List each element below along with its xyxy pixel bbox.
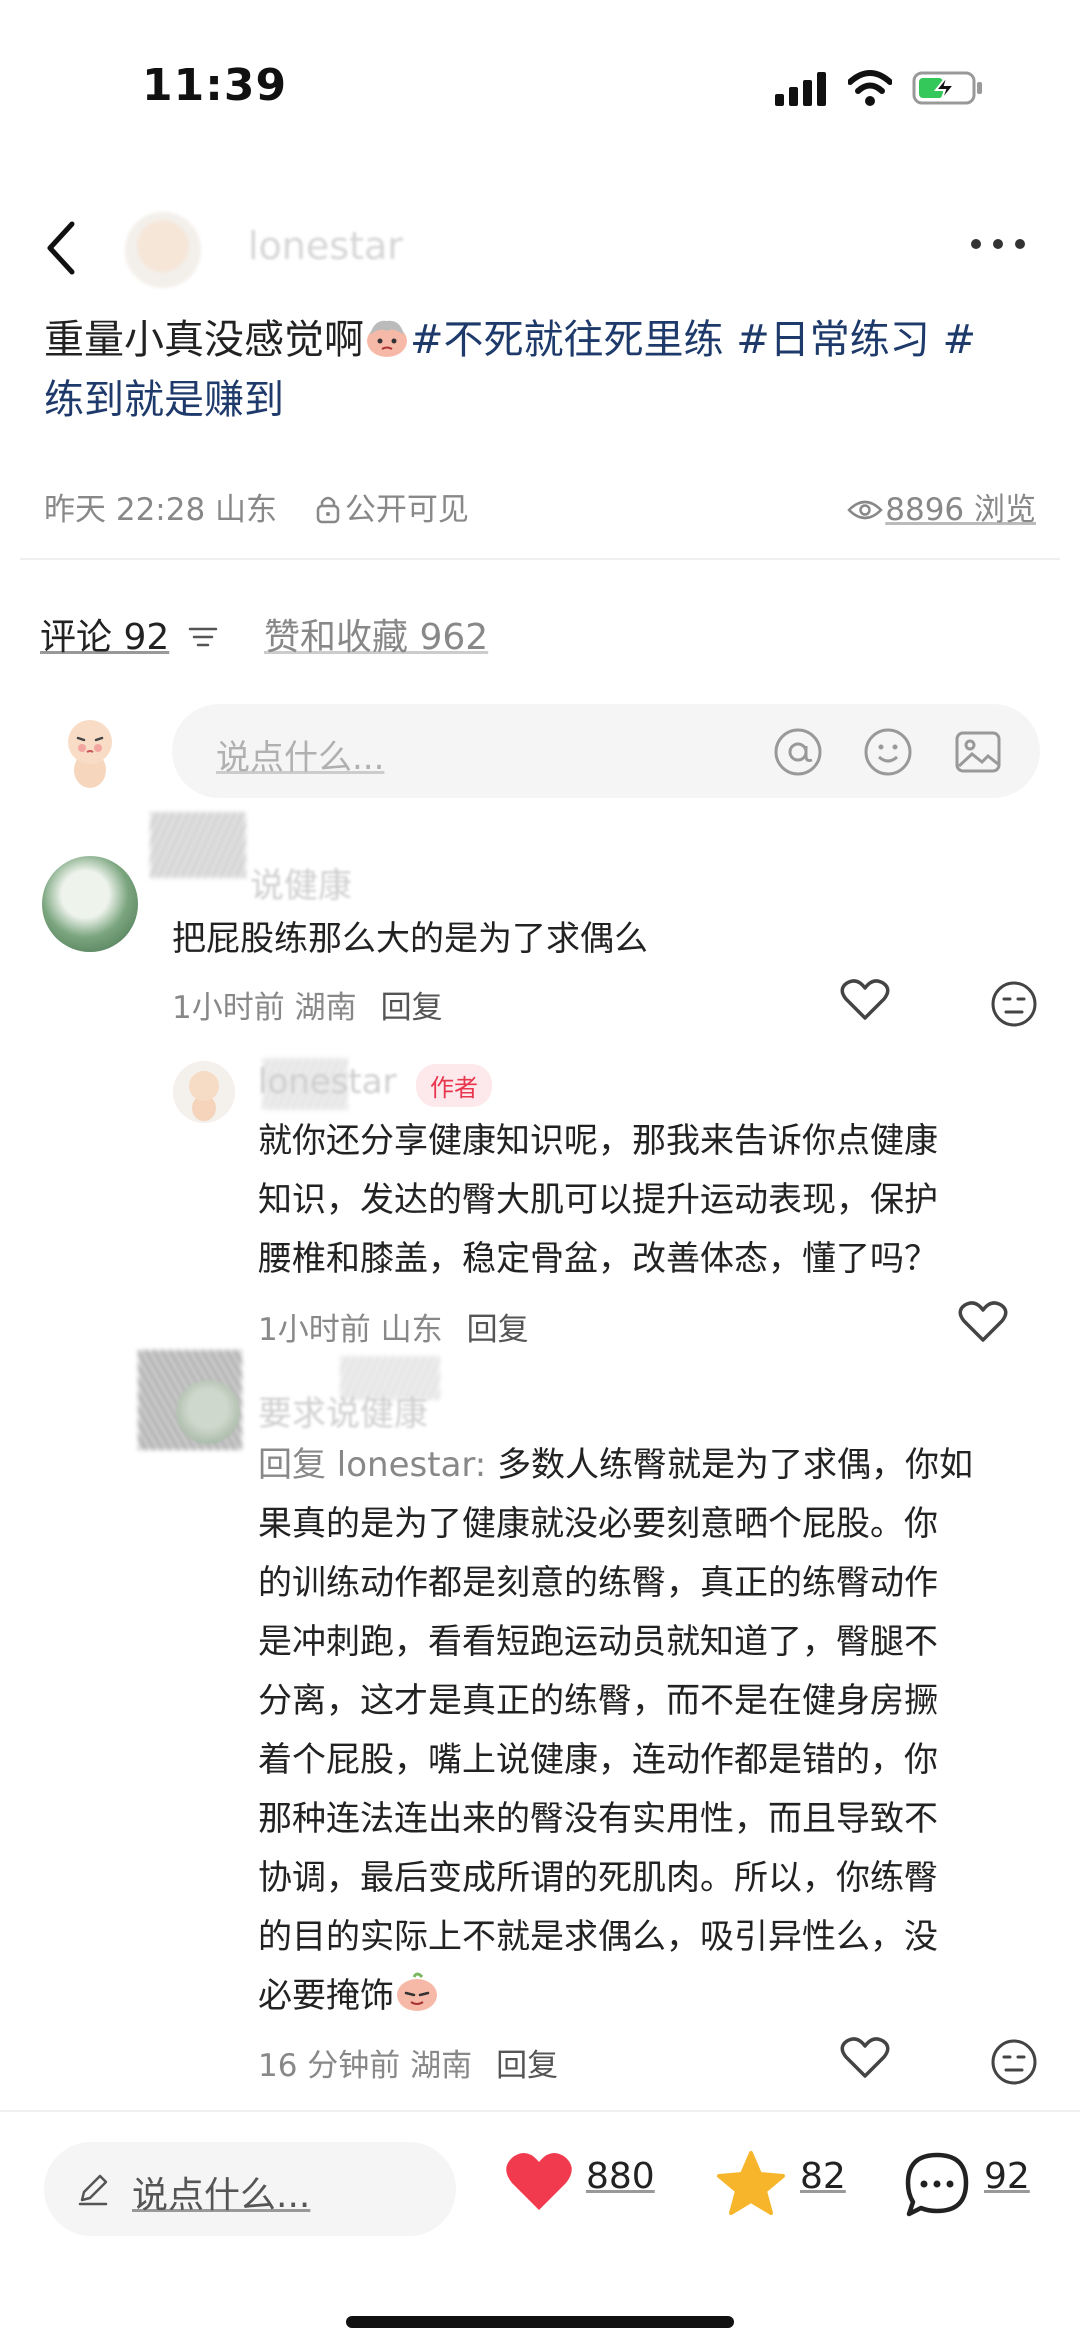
comment-tabs: 评论 92 赞和收藏 962 (40, 608, 488, 660)
reply-to-prefix[interactable]: 回复 lonestar: (258, 1445, 486, 1485)
redacted-scribble (150, 812, 246, 878)
status-bar: 11:39 (0, 0, 1080, 130)
collects-count[interactable]: 82 (800, 2156, 846, 2197)
tab-comments[interactable]: 评论 92 (40, 617, 169, 658)
emoji-icon[interactable] (862, 726, 914, 778)
comment-text: 把屁股练那么大的是为了求偶么 (172, 919, 648, 959)
comment-text-line-content: 多数人练臀就是为了求偶，你如 (497, 1445, 974, 1485)
comment-time-location: 1小时前 湖南 (172, 990, 357, 1026)
reply-text-line: 知识，发达的臀大肌可以提升运动表现，保护 (258, 1180, 938, 1220)
reply-text-line: 腰椎和膝盖，稳定骨盆，改善体态，懂了吗？ (258, 1239, 938, 1279)
like-heart-filled-icon[interactable] (504, 2150, 574, 2214)
comment-text: 回复 lonestar: 多数人练臀就是为了求偶，你如 果真的是为了健康就没必要… (258, 1436, 1048, 2026)
comment-text-line: 那种连法连出来的臀没有实用性，而且导致不 (258, 1799, 938, 1839)
comment-text-line: 的目的实际上不就是求偶么，吸引异性么，没 (258, 1917, 938, 1957)
reply-text-line: 就你还分享健康知识呢，那我来告诉你点健康 (258, 1121, 938, 1161)
like-heart-icon[interactable] (840, 978, 890, 1022)
wifi-icon (848, 70, 892, 106)
author-avatar[interactable] (125, 212, 201, 288)
likes-count[interactable]: 880 (586, 2156, 655, 2197)
tab-likes-collects[interactable]: 赞和收藏 962 (264, 608, 488, 660)
image-icon[interactable] (952, 726, 1004, 778)
post-meta: 昨天 22:28 山东 公开可见 (44, 484, 469, 529)
post-body: 重量小真没感觉啊 #不死就往死里练 #日常练习 # 练到就是赚到 (44, 310, 1044, 430)
post-views: 8896 浏览 (847, 484, 1036, 529)
post-tags-line2[interactable]: 练到就是赚到 (44, 377, 284, 423)
commenter-avatar[interactable] (42, 856, 138, 952)
author-reply-avatar[interactable] (172, 1060, 236, 1124)
eye-icon (847, 500, 884, 520)
comment-meta: 16 分钟前 湖南 回复 (258, 2040, 558, 2085)
comment-text-line: 的训练动作都是刻意的练臀，真正的练臀动作 (258, 1563, 938, 1603)
status-time: 11:39 (142, 60, 288, 111)
neutral-face-icon[interactable] (990, 980, 1038, 1028)
bottom-input-placeholder: 说点什么... (132, 2175, 311, 2216)
comment-input-placeholder: 说点什么... (216, 738, 385, 778)
comment-text-line: 必要掩饰 (258, 1967, 1048, 2026)
comment-text-line: 是冲刺跑，看看短跑运动员就知道了，臀腿不 (258, 1622, 938, 1662)
comment-text-line: 着个屁股，嘴上说健康，连动作都是错的，你 (258, 1740, 938, 1780)
top-nav: lonestar (0, 200, 1080, 290)
reply-button[interactable]: 回复 (467, 1312, 529, 1348)
cellular-signal-icon (775, 72, 826, 106)
reply-time-location: 1小时前 山东 (258, 1312, 443, 1348)
mention-icon[interactable] (772, 726, 824, 778)
commenter-name[interactable]: 要求说健康 (258, 1386, 428, 1435)
comment-bubble-icon[interactable] (902, 2150, 972, 2220)
comments-count[interactable]: 92 (984, 2156, 1030, 2197)
my-avatar (68, 720, 112, 788)
reply-button[interactable]: 回复 (496, 2048, 558, 2084)
post-views-count: 8896 浏览 (885, 492, 1036, 528)
reply-text: 就你还分享健康知识呢，那我来告诉你点健康 知识，发达的臀大肌可以提升运动表现，保… (258, 1112, 1038, 1289)
post-text: 重量小真没感觉啊 (44, 317, 364, 363)
sly-face-emoji-icon (397, 1972, 437, 2011)
comment-time-location: 16 分钟前 湖南 (258, 2048, 473, 2084)
like-heart-icon[interactable] (958, 1300, 1008, 1344)
pouting-face-emoji-icon (367, 320, 407, 357)
lock-icon (316, 496, 340, 524)
author-name[interactable]: lonestar (248, 224, 403, 268)
more-options-icon[interactable] (968, 236, 1028, 252)
back-arrow-icon[interactable] (40, 218, 80, 278)
home-indicator[interactable] (346, 2316, 734, 2328)
comment-meta: 1小时前 湖南 回复 (172, 982, 443, 1027)
comment-text-line: 协调，最后变成所谓的死肌肉。所以，你练臀 (258, 1858, 938, 1898)
battery-charging-icon (912, 71, 982, 105)
collect-star-filled-icon[interactable] (716, 2150, 786, 2216)
neutral-face-icon[interactable] (990, 2038, 1038, 2086)
comment-text-line: 回复 lonestar: 多数人练臀就是为了求偶，你如 (258, 1436, 1048, 1495)
reply-button[interactable]: 回复 (381, 990, 443, 1026)
reply-author-name[interactable]: lonestar (258, 1062, 397, 1102)
post-tags-line1[interactable]: #不死就往死里练 #日常练习 # (410, 317, 976, 363)
pencil-icon (78, 2174, 108, 2206)
divider (20, 558, 1060, 560)
author-badge: 作者 (416, 1064, 492, 1107)
comment-input[interactable]: 说点什么... (172, 704, 1040, 798)
post-time-location: 昨天 22:28 山东 (44, 492, 278, 528)
bottom-comment-input[interactable]: 说点什么... (44, 2142, 456, 2236)
bottom-divider (0, 2110, 1080, 2112)
like-heart-icon[interactable] (840, 2036, 890, 2080)
reply-meta: 1小时前 山东 回复 (258, 1304, 529, 1349)
sort-filter-icon[interactable] (187, 623, 219, 651)
post-visibility: 公开可见 (344, 492, 469, 528)
commenter-name[interactable]: 说健康 (250, 858, 352, 907)
commenter-avatar[interactable] (176, 1380, 240, 1444)
comment-text-line: 分离，这才是真正的练臀，而不是在健身房撅 (258, 1681, 938, 1721)
comment-text-line-content: 必要掩饰 (258, 1976, 394, 2016)
comment-text-line: 果真的是为了健康就没必要刻意晒个屁股。你 (258, 1504, 938, 1544)
